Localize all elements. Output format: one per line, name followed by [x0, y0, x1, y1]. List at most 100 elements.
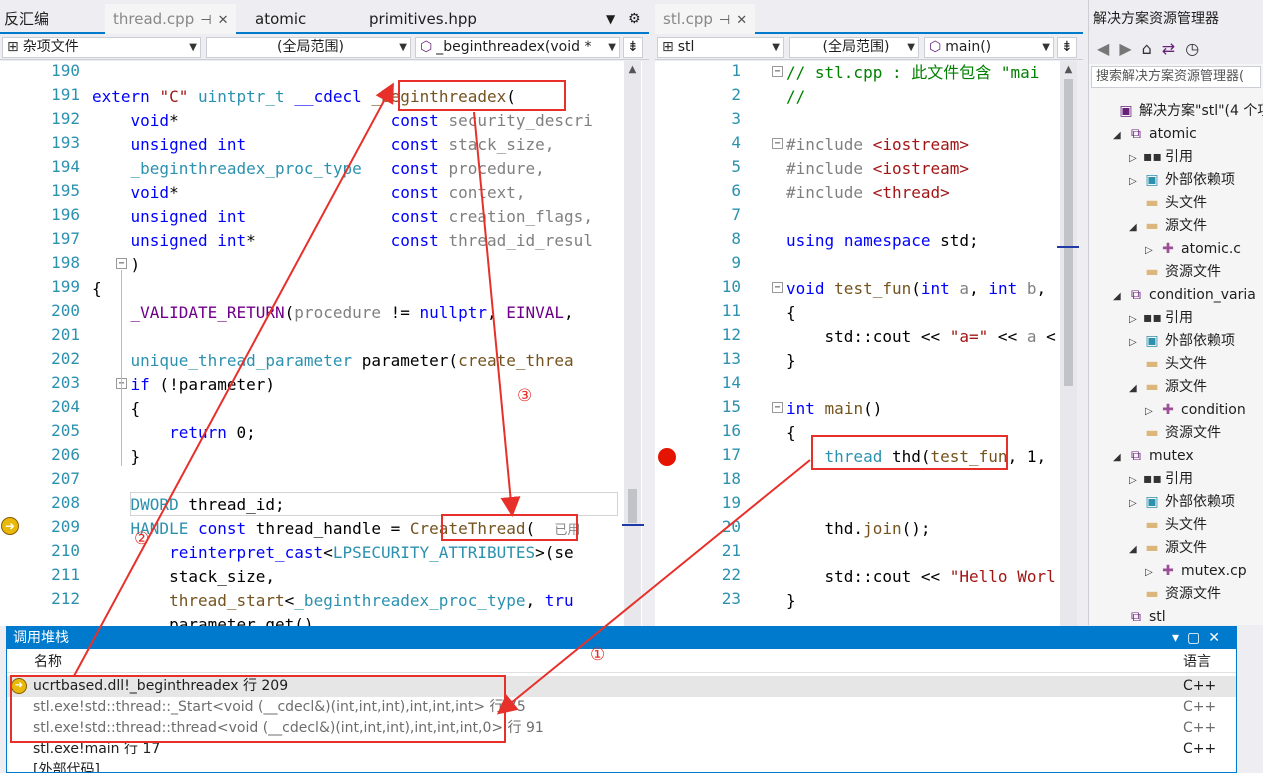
tree-item-label: 资源文件: [1165, 425, 1221, 441]
global-scope-dropdown[interactable]: (全局范围) ▼: [206, 37, 411, 58]
collapsed-arrow-icon[interactable]: ▷: [1129, 492, 1143, 515]
fold-toggle[interactable]: −: [772, 282, 783, 293]
tree-item[interactable]: ◢ ⧉ condition_varia: [1113, 284, 1256, 307]
references-icon: ▪▪: [1143, 310, 1162, 326]
tab-disassembly[interactable]: 反汇编: [4, 4, 49, 34]
tree-item[interactable]: ▷ ✚ mutex.cp: [1145, 560, 1247, 583]
collapsed-arrow-icon[interactable]: ▷: [1129, 469, 1143, 492]
collapsed-arrow-icon[interactable]: ▷: [1145, 561, 1159, 584]
pin-icon[interactable]: ⊣: [200, 6, 211, 36]
solution-search-input[interactable]: 搜索解决方案资源管理器(: [1091, 66, 1261, 88]
tab-thread-cpp[interactable]: thread.cpp ⊣ ✕: [105, 4, 237, 36]
tree-item[interactable]: ▬ 头文件: [1129, 514, 1207, 537]
tab-label: 反汇编: [4, 10, 50, 28]
call-stack-row[interactable]: stl.exe!std::thread::thread<void (__cdec…: [7, 718, 1236, 739]
expanded-arrow-icon[interactable]: ◢: [1113, 446, 1127, 469]
tree-item[interactable]: ◢ ▬ 源文件: [1129, 215, 1207, 238]
call-stack-row[interactable]: stl.exe!std::thread::_Start<void (__cdec…: [7, 697, 1236, 718]
back-icon[interactable]: ◀: [1097, 39, 1119, 58]
tree-item[interactable]: ⧉ stl: [1113, 606, 1166, 625]
line-number: 10: [721, 277, 741, 296]
tree-item[interactable]: ▷ ✚ condition: [1145, 399, 1246, 422]
expanded-arrow-icon[interactable]: ◢: [1113, 124, 1127, 147]
collapsed-arrow-icon[interactable]: ▷: [1145, 400, 1159, 423]
overflow-dropdown-icon[interactable]: ▼: [606, 4, 615, 34]
lang-column-header[interactable]: 语言: [1183, 649, 1211, 675]
close-icon[interactable]: ✕: [218, 6, 229, 36]
left-gutter: 190 191 192 193 194 195 196 197 198 199 200 201 202 2…: [0, 61, 80, 626]
window-menu-icon[interactable]: ▾: [1172, 630, 1187, 646]
scroll-thumb[interactable]: [1064, 79, 1073, 386]
pin-icon[interactable]: ⊣: [719, 6, 730, 36]
scroll-up-icon[interactable]: ▲: [624, 61, 641, 79]
expanded-arrow-icon[interactable]: ◢: [1129, 538, 1143, 561]
project-scope-dropdown[interactable]: ⊞ stl ▼: [657, 37, 784, 58]
right-scrollbar[interactable]: ▲: [1057, 61, 1079, 626]
expanded-arrow-icon[interactable]: ◢: [1129, 377, 1143, 400]
tab-primitives-hpp[interactable]: primitives.hpp: [369, 4, 477, 34]
tree-item[interactable]: ▬ 资源文件: [1129, 583, 1221, 606]
line-number: 8: [731, 229, 741, 248]
line-number: 7: [731, 205, 741, 224]
call-stack-row[interactable]: ➜ ucrtbased.dll!_beginthreadex 行 209 C++: [7, 676, 1236, 697]
call-stack-row[interactable]: stl.exe!main 行 17 C++: [7, 739, 1236, 760]
tree-item[interactable]: ▷ ▪▪ 引用: [1129, 146, 1193, 169]
maximize-icon[interactable]: ▢: [1187, 630, 1208, 646]
tab-stl-cpp[interactable]: stl.cpp ⊣ ✕: [655, 4, 756, 36]
fold-toggle[interactable]: −: [772, 402, 783, 413]
line-number: 12: [721, 325, 741, 344]
home-icon[interactable]: ⌂: [1142, 39, 1162, 58]
line-number: 13: [721, 349, 741, 368]
tree-item[interactable]: ▬ 头文件: [1129, 192, 1207, 215]
function-dropdown[interactable]: ⬡ _beginthreadex(void * ▼: [415, 37, 620, 58]
tree-item[interactable]: ◢ ▬ 源文件: [1129, 537, 1207, 560]
forward-icon[interactable]: ▶: [1119, 39, 1141, 58]
call-stack-row[interactable]: [外部代码]: [7, 760, 1236, 772]
name-column-header[interactable]: 名称: [34, 649, 62, 675]
line-number: 6: [731, 181, 741, 200]
collapsed-arrow-icon[interactable]: ▷: [1129, 147, 1143, 170]
expanded-arrow-icon[interactable]: ◢: [1113, 285, 1127, 308]
scroll-up-icon[interactable]: ▲: [1060, 61, 1077, 79]
tree-item[interactable]: ▷ ▣ 外部依赖项: [1129, 330, 1235, 353]
split-button[interactable]: ⇟: [1057, 37, 1077, 58]
close-icon[interactable]: ✕: [1208, 630, 1228, 646]
fold-toggle[interactable]: −: [772, 138, 783, 149]
history-icon[interactable]: ◷: [1185, 39, 1209, 58]
collapsed-arrow-icon[interactable]: ▷: [1129, 170, 1143, 193]
tab-atomic[interactable]: atomic: [255, 4, 306, 34]
left-tabstrip: 反汇编 thread.cpp ⊣ ✕ atomic primitives.hpp ▼…: [0, 0, 649, 34]
tree-item[interactable]: ◢ ⧉ atomic: [1113, 123, 1197, 146]
left-code-editor[interactable]: 190 191 192 193 194 195 196 197 198 199 200 201 202 2…: [0, 61, 642, 626]
tree-item[interactable]: ▷ ▣ 外部依赖项: [1129, 491, 1235, 514]
tree-item[interactable]: ▬ 头文件: [1129, 353, 1207, 376]
split-button[interactable]: ⇟: [623, 37, 643, 58]
close-icon[interactable]: ✕: [736, 6, 747, 36]
scroll-thumb[interactable]: [628, 489, 637, 523]
function-dropdown[interactable]: ⬡ main() ▼: [924, 37, 1054, 58]
breakpoint-icon[interactable]: [658, 448, 676, 466]
collapsed-arrow-icon[interactable]: ▷: [1145, 239, 1159, 262]
right-code-editor[interactable]: 1 2 3 4 5 6 7 8 9 10 11 12 13 14 15 16 17 18 19 20 21 22 23 − …: [655, 61, 1060, 626]
tree-item[interactable]: ▷ ▪▪ 引用: [1129, 307, 1193, 330]
tree-item-label: 资源文件: [1165, 586, 1221, 602]
tree-item[interactable]: ▬ 资源文件: [1129, 261, 1221, 284]
fold-toggle[interactable]: −: [772, 66, 783, 77]
tree-item[interactable]: ▷ ✚ atomic.c: [1145, 238, 1241, 261]
solution-icon: ▣: [1119, 103, 1133, 119]
tree-item[interactable]: ◢ ▬ 源文件: [1129, 376, 1207, 399]
collapsed-arrow-icon[interactable]: ▷: [1129, 308, 1143, 331]
tree-item[interactable]: ▣ 解决方案"stl"(4 个项: [1103, 100, 1263, 123]
collapsed-arrow-icon[interactable]: ▷: [1129, 331, 1143, 354]
project-scope-dropdown[interactable]: ⊞ 杂项文件 ▼: [2, 37, 201, 58]
tree-item[interactable]: ▬ 资源文件: [1129, 422, 1221, 445]
tree-item[interactable]: ▷ ▣ 外部依赖项: [1129, 169, 1235, 192]
tree-item[interactable]: ◢ ⧉ mutex: [1113, 445, 1194, 468]
gear-icon[interactable]: ⚙: [628, 4, 641, 34]
switch-views-icon[interactable]: ⇄: [1162, 39, 1185, 58]
expanded-arrow-icon[interactable]: ◢: [1129, 216, 1143, 239]
tree-item[interactable]: ▷ ▪▪ 引用: [1129, 468, 1193, 491]
left-scrollbar[interactable]: ▲: [622, 61, 644, 626]
global-scope-dropdown[interactable]: (全局范围) ▼: [789, 37, 919, 58]
line-number: 208: [51, 493, 80, 512]
